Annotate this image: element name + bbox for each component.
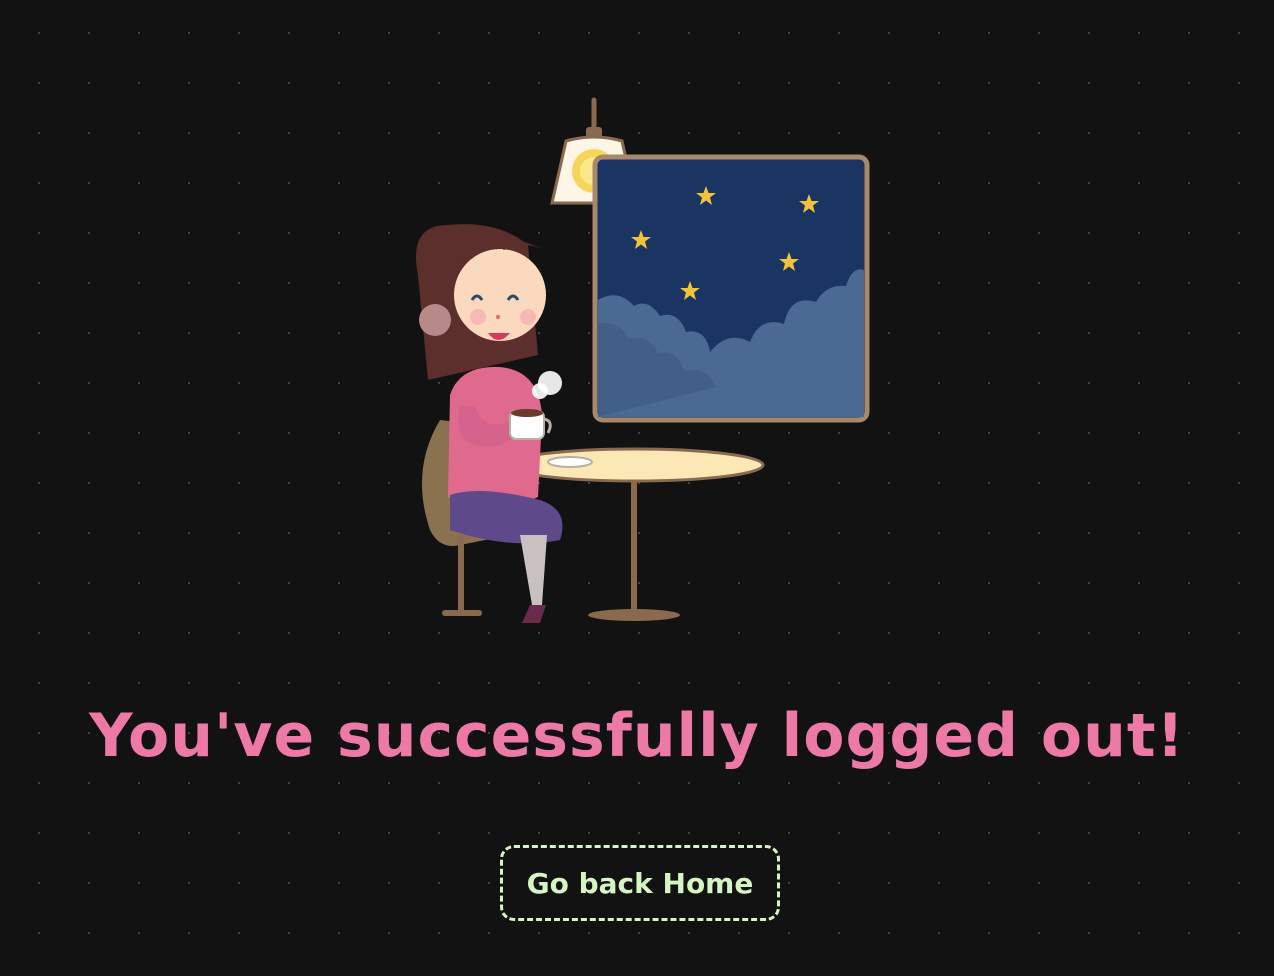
- woman-drinking-coffee-illustration: [400, 95, 880, 635]
- go-back-home-button[interactable]: Go back Home: [500, 845, 780, 921]
- night-window-icon: [592, 154, 870, 423]
- logout-success-heading: You've successfully logged out!: [89, 701, 1185, 771]
